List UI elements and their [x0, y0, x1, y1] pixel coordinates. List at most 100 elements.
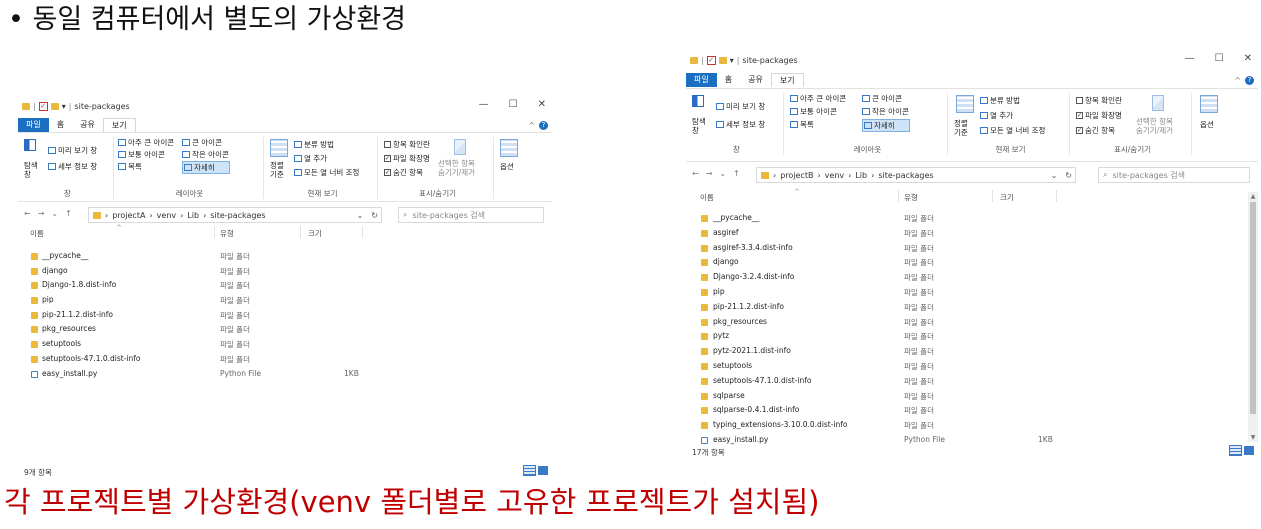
- layout-large-icons[interactable]: 큰 아이콘: [862, 93, 902, 104]
- list-item[interactable]: __pycache__ 파일 폴더: [686, 212, 1258, 227]
- list-item[interactable]: asgiref-3.3.4.dist-info 파일 폴더: [686, 242, 1258, 257]
- list-item[interactable]: easy_install.py Python File 1KB: [18, 368, 552, 383]
- maximize-button[interactable]: ☐: [509, 99, 518, 110]
- tab-home[interactable]: 홈: [49, 118, 72, 132]
- help-icon[interactable]: ?: [539, 120, 548, 130]
- list-item[interactable]: pip-21.1.2.dist-info 파일 폴더: [686, 301, 1258, 316]
- scroll-up-icon[interactable]: ▲: [1248, 192, 1258, 201]
- search-input[interactable]: ⌕ site-packages 검색: [398, 207, 544, 223]
- tab-file[interactable]: 파일: [686, 73, 717, 87]
- search-input[interactable]: ⌕ site-packages 검색: [1098, 167, 1250, 183]
- chevron-down-icon[interactable]: ⌄: [51, 209, 58, 218]
- list-item[interactable]: sqlparse 파일 폴더: [686, 390, 1258, 405]
- list-item[interactable]: django 파일 폴더: [18, 265, 552, 280]
- options-button[interactable]: [500, 139, 518, 157]
- address-bar[interactable]: › projectA › venv › Lib › site-packages …: [88, 207, 382, 223]
- add-columns-button[interactable]: 열 추가: [980, 110, 1013, 121]
- up-arrow-icon[interactable]: ↑: [733, 169, 740, 178]
- list-item[interactable]: pytz 파일 폴더: [686, 330, 1258, 345]
- vertical-scrollbar[interactable]: ▲ ▼: [1248, 192, 1258, 442]
- breadcrumb-item[interactable]: site-packages: [210, 211, 265, 220]
- refresh-icon[interactable]: ↻: [1065, 171, 1072, 180]
- options-button[interactable]: [1200, 95, 1218, 113]
- fit-columns-button[interactable]: 모든 열 너비 조정: [294, 167, 359, 178]
- back-arrow-icon[interactable]: ←: [692, 169, 699, 178]
- layout-medium-icons[interactable]: 보통 아이콘: [118, 149, 165, 160]
- list-item[interactable]: sqlparse-0.4.1.dist-info 파일 폴더: [686, 404, 1258, 419]
- forward-arrow-icon[interactable]: →: [706, 169, 713, 178]
- back-arrow-icon[interactable]: ←: [24, 209, 31, 218]
- layout-details[interactable]: 자세히: [862, 119, 910, 132]
- layout-medium-icons[interactable]: 보통 아이콘: [790, 106, 837, 117]
- chevron-down-icon[interactable]: ⌄: [357, 211, 364, 220]
- close-button[interactable]: ✕: [538, 99, 546, 110]
- list-item[interactable]: pip 파일 폴더: [18, 294, 552, 309]
- preview-pane-button[interactable]: 미리 보기 창: [716, 101, 765, 112]
- breadcrumb-item[interactable]: Lib: [187, 211, 199, 220]
- fit-columns-button[interactable]: 모든 열 너비 조정: [980, 125, 1045, 136]
- large-icons-view-icon[interactable]: [1244, 446, 1254, 455]
- list-item[interactable]: typing_extensions-3.10.0.0.dist-info 파일 폴…: [686, 419, 1258, 434]
- chevron-down-icon[interactable]: ⌄: [719, 169, 726, 178]
- breadcrumb-item[interactable]: venv: [157, 211, 176, 220]
- refresh-icon[interactable]: ↻: [371, 211, 378, 220]
- column-header-type[interactable]: 유형: [904, 192, 918, 203]
- hidden-items-toggle[interactable]: ✓ 숨긴 항목: [1076, 125, 1115, 136]
- chevron-up-icon[interactable]: ^: [528, 121, 535, 130]
- column-header-type[interactable]: 유형: [220, 228, 234, 239]
- item-checkboxes-toggle[interactable]: 항목 확인란: [1076, 95, 1122, 106]
- layout-extra-large-icons[interactable]: 아주 큰 아이콘: [118, 137, 174, 148]
- tab-share[interactable]: 공유: [72, 118, 103, 132]
- navigation-pane-label[interactable]: 탐색 창: [24, 161, 44, 179]
- breadcrumb-item[interactable]: projectA: [112, 211, 145, 220]
- hide-selected-button[interactable]: [454, 139, 466, 155]
- minimize-button[interactable]: —: [479, 99, 489, 110]
- breadcrumb-item[interactable]: site-packages: [878, 171, 933, 180]
- layout-large-icons[interactable]: 큰 아이콘: [182, 137, 222, 148]
- group-by-button[interactable]: 분류 방법: [294, 139, 334, 150]
- chevron-up-icon[interactable]: ^: [1234, 76, 1241, 85]
- options-label[interactable]: 옵션: [500, 161, 514, 172]
- list-item[interactable]: Django-3.2.4.dist-info 파일 폴더: [686, 271, 1258, 286]
- list-item[interactable]: setuptools-47.1.0.dist-info 파일 폴더: [686, 375, 1258, 390]
- group-by-button[interactable]: 분류 방법: [980, 95, 1020, 106]
- large-icons-view-icon[interactable]: [538, 466, 548, 475]
- chevron-down-icon[interactable]: ▾: [730, 56, 734, 65]
- list-item[interactable]: setuptools 파일 폴더: [18, 338, 552, 353]
- new-folder-icon[interactable]: [718, 57, 727, 64]
- column-header-name[interactable]: 이름: [30, 228, 44, 239]
- list-item[interactable]: setuptools-47.1.0.dist-info 파일 폴더: [18, 353, 552, 368]
- list-item[interactable]: __pycache__ 파일 폴더: [18, 250, 552, 265]
- list-item[interactable]: pkg_resources 파일 폴더: [18, 323, 552, 338]
- tab-home[interactable]: 홈: [717, 73, 740, 87]
- sort-by-button[interactable]: [956, 95, 974, 113]
- file-extensions-toggle[interactable]: ✓ 파일 확장명: [384, 153, 430, 164]
- hide-selected-label[interactable]: 선택한 항목 숨기기/제거: [438, 159, 475, 177]
- layout-list[interactable]: 목록: [118, 161, 142, 172]
- tab-view[interactable]: 보기: [102, 118, 136, 132]
- chevron-down-icon[interactable]: ▾: [62, 102, 66, 111]
- details-view-icon[interactable]: [523, 465, 536, 476]
- details-view-icon[interactable]: [1229, 445, 1242, 456]
- maximize-button[interactable]: ☐: [1215, 53, 1224, 64]
- column-header-name[interactable]: 이름: [700, 192, 714, 203]
- navigation-pane-button[interactable]: [692, 95, 704, 107]
- close-button[interactable]: ✕: [1244, 53, 1252, 64]
- layout-list[interactable]: 목록: [790, 119, 814, 130]
- options-label[interactable]: 옵션: [1200, 119, 1214, 130]
- sort-by-label[interactable]: 정렬 기준: [954, 119, 968, 137]
- minimize-button[interactable]: —: [1185, 53, 1195, 64]
- list-item[interactable]: pkg_resources 파일 폴더: [686, 316, 1258, 331]
- hidden-items-toggle[interactable]: ✓ 숨긴 항목: [384, 167, 423, 178]
- layout-details[interactable]: 자세히: [182, 161, 230, 174]
- address-bar[interactable]: › projectB › venv › Lib › site-packages …: [756, 167, 1076, 183]
- list-item[interactable]: Django-1.8.dist-info 파일 폴더: [18, 279, 552, 294]
- breadcrumb-item[interactable]: venv: [825, 171, 844, 180]
- hide-selected-button[interactable]: [1152, 95, 1164, 111]
- properties-icon[interactable]: ✓: [38, 102, 48, 111]
- layout-small-icons[interactable]: 작은 아이콘: [182, 149, 229, 160]
- help-icon[interactable]: ?: [1245, 75, 1254, 85]
- list-item[interactable]: pytz-2021.1.dist-info 파일 폴더: [686, 345, 1258, 360]
- chevron-down-icon[interactable]: ⌄: [1051, 171, 1058, 180]
- list-item[interactable]: pip 파일 폴더: [686, 286, 1258, 301]
